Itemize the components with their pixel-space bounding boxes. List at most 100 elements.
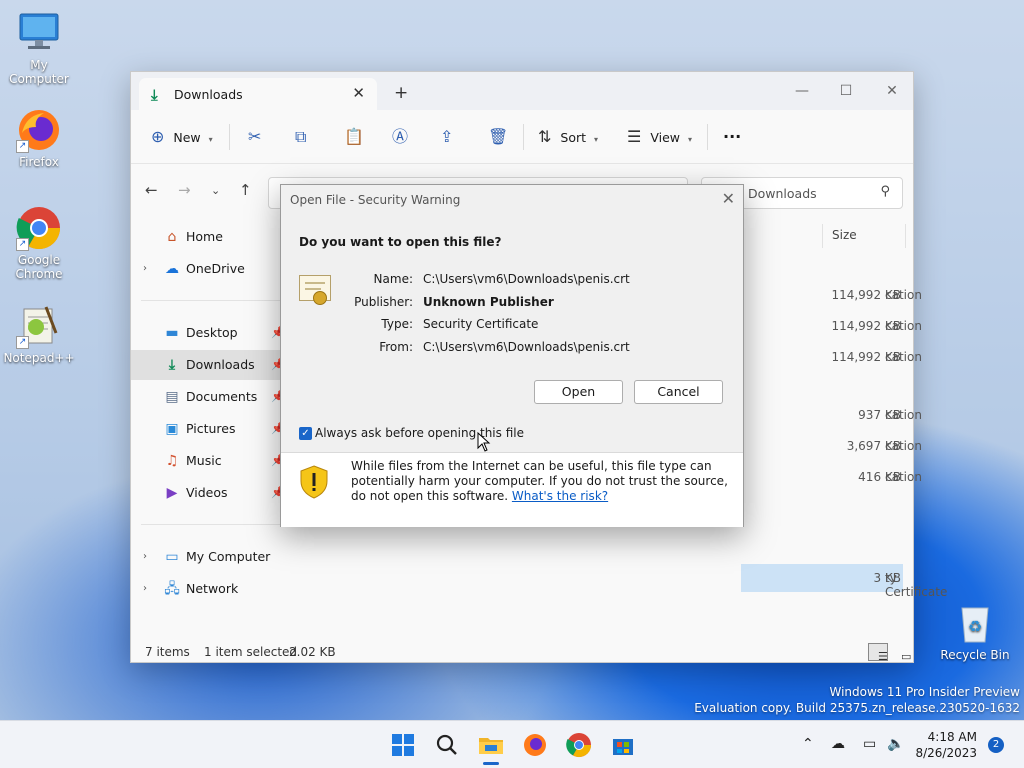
share-icon: ⇪ [440,127,454,146]
watermark-line-2: Evaluation copy. Build 25375.zn_release.… [694,701,1020,715]
search-button[interactable] [433,731,461,759]
column-header-size[interactable]: Size [832,228,857,242]
toolbar-separator [523,124,524,150]
desktop-icon-label: My Computer [9,58,69,86]
chrome-icon [566,733,591,758]
start-button[interactable] [389,731,417,759]
new-button[interactable]: ⊕ New ▾ [151,124,213,150]
chrome-taskbar-button[interactable] [565,731,593,759]
home-icon: ⌂ [167,229,177,245]
sidebar-item-label: Music [186,453,222,468]
details-view-button[interactable]: ☰ [868,643,888,663]
desktop-icon-recycle-bin[interactable]: ♻ Recycle Bin [937,600,1013,662]
sidebar-item-label: Home [186,229,223,244]
tiles-view-icon: ▭ [901,650,912,663]
network-icon: 🖧 [164,581,180,597]
chevron-right-icon[interactable]: › [143,574,147,604]
desktop-icon-label: Firefox [19,155,59,169]
row-size: 937 KB [858,408,901,422]
computer-icon: ▭ [165,549,179,565]
volume-icon[interactable]: 🔈 [887,736,904,752]
sidebar-item-music[interactable]: ♫ Music 📌 [131,446,285,476]
sidebar-divider [141,300,281,301]
up-arrow-icon[interactable]: ↑ [239,181,252,199]
field-value-name: C:\Users\vm6\Downloads\penis.crt [423,272,630,286]
sidebar-item-desktop[interactable]: ▬ Desktop 📌 [131,318,284,348]
dialog-warning-area: While files from the Internet can be use… [281,453,743,527]
file-explorer-taskbar-button[interactable] [477,731,505,765]
desktop-icon-notepadpp[interactable]: ↗ Notepad++ [1,303,77,365]
notification-badge[interactable]: 2 [988,737,1004,753]
copy-button[interactable]: ⧉ [295,124,306,150]
chevron-down-icon: ▾ [687,135,692,144]
tiles-view-button[interactable]: ▭ [891,643,911,663]
sidebar-item-downloads[interactable]: ⤓ Downloads 📌 [131,350,285,380]
sort-button[interactable]: ⇅ Sort ▾ [538,124,598,150]
recent-chevron-icon[interactable]: ⌄ [211,184,220,197]
sidebar-item-label: OneDrive [186,261,245,276]
clock-date: 8/26/2023 [915,746,977,760]
search-icon [436,734,457,755]
chevron-right-icon[interactable]: › [143,254,147,284]
close-window-button[interactable]: ✕ [869,78,915,104]
store-taskbar-button[interactable] [609,731,637,759]
picture-icon: ▣ [165,421,179,437]
paste-button[interactable]: 📋 [344,124,364,150]
view-button[interactable]: ☰ View ▾ [627,124,692,150]
cut-button[interactable]: ✂ [248,124,261,150]
field-value-from: C:\Users\vm6\Downloads\penis.crt [423,340,630,354]
sidebar-item-videos[interactable]: ▶ Videos 📌 [131,478,285,508]
row-size: 3 KB [873,571,901,585]
certificate-icon-line [305,288,321,290]
always-ask-checkbox[interactable]: ✓ [299,427,312,440]
show-hidden-icons-chevron[interactable]: ⌃ [802,736,814,752]
tab-title: Downloads [174,87,243,102]
rename-button[interactable]: Ⓐ [392,124,408,150]
cancel-button[interactable]: Cancel [634,380,723,404]
shortcut-arrow-icon: ↗ [16,336,29,349]
row-size: 114,992 KB [831,350,901,364]
desktop-icon-firefox[interactable]: ↗ Firefox [1,107,77,169]
desktop-icon-label: Notepad++ [3,351,75,365]
minimize-button[interactable]: — [779,78,825,104]
recycle-bin-icon: ♻ [952,600,998,646]
field-label-publisher: Publisher: [354,295,413,309]
new-tab-icon[interactable]: + [394,83,408,103]
clock[interactable]: 4:18 AM 8/26/2023 [915,729,977,761]
desktop-icon-chrome[interactable]: ↗ Google Chrome [1,205,77,281]
sidebar-item-network[interactable]: › 🖧 Network [131,574,281,604]
close-dialog-icon[interactable]: ✕ [722,189,735,208]
delete-button[interactable]: 🗑 [488,124,508,150]
mouse-pointer-icon [477,432,491,452]
field-value-publisher: Unknown Publisher [423,295,554,309]
firefox-taskbar-button[interactable] [521,731,549,759]
download-icon: ⤓ [151,86,158,104]
more-options-button[interactable]: ··· [723,124,741,150]
sidebar-item-pictures[interactable]: ▣ Pictures 📌 [131,414,284,444]
forward-arrow-icon[interactable]: → [178,181,191,199]
chevron-right-icon[interactable]: › [143,542,147,572]
toolbar-separator [707,124,708,150]
field-value-type: Security Certificate [423,317,539,331]
download-icon: ⤓ [168,357,176,373]
back-arrow-icon[interactable]: ← [145,181,158,199]
row-size: 114,992 KB [831,288,901,302]
column-divider [905,224,906,248]
sidebar-item-home[interactable]: ⌂ Home [131,222,281,252]
share-button[interactable]: ⇪ [440,124,453,150]
cloud-offline-icon[interactable]: ☁ [831,736,845,752]
open-button[interactable]: Open [534,380,623,404]
maximize-button[interactable]: ☐ [823,78,869,104]
always-ask-label[interactable]: Always ask before opening this file [315,426,524,440]
close-tab-icon[interactable]: ✕ [352,84,365,102]
sidebar-item-documents[interactable]: ▤ Documents 📌 [131,382,284,412]
whats-the-risk-link[interactable]: What's the risk? [512,489,608,503]
sidebar-item-my-computer[interactable]: › ▭ My Computer [131,542,281,572]
tab-downloads[interactable]: ⤓ Downloads ✕ [139,78,377,110]
video-icon: ▶ [166,485,178,501]
view-list-icon: ☰ [627,127,642,146]
sidebar-item-onedrive[interactable]: › ☁ OneDrive [131,254,281,284]
network-status-icon[interactable]: ▭ [863,736,876,752]
search-placeholder: Downloads [748,186,817,201]
desktop-icon-my-computer[interactable]: My Computer [1,10,77,86]
